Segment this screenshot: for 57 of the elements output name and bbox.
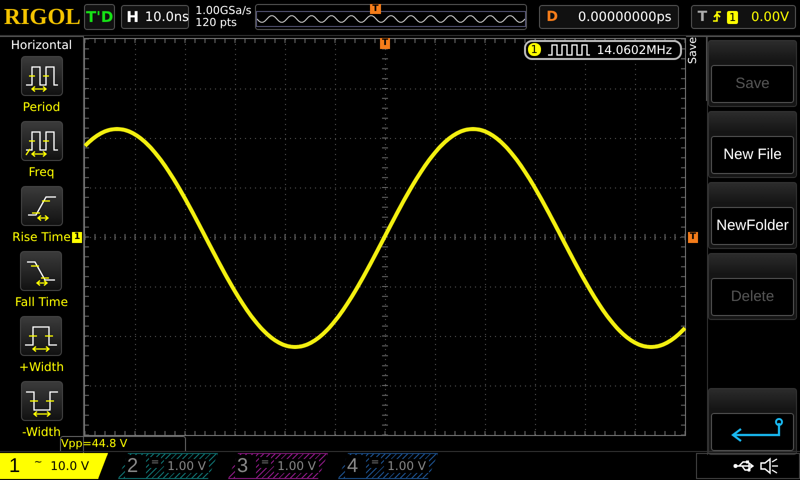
square-wave-icon: [546, 42, 591, 57]
coupling-symbol: =: [368, 457, 382, 468]
channel-tab[interactable]: 3 = 1.00 V: [228, 453, 328, 480]
trigger-position-marker: T: [370, 4, 380, 14]
coupling-symbol: =: [148, 457, 162, 468]
measure-button[interactable]: [20, 251, 62, 292]
delay-value: 0.00000000ps: [578, 10, 672, 25]
run-status[interactable]: T'D: [84, 4, 116, 30]
channel-number: 1: [8, 454, 22, 478]
timebase-label: H: [126, 8, 139, 26]
delay-panel[interactable]: D 0.00000000ps: [539, 5, 679, 30]
trigger-label: T: [698, 9, 708, 26]
trigger-source: 1: [727, 10, 738, 24]
return-button[interactable]: [711, 412, 794, 451]
channel-offset-marker[interactable]: 1: [72, 232, 82, 243]
measure-label: Freq: [28, 165, 54, 180]
channel-number: 3: [235, 454, 256, 478]
channel-tab[interactable]: 1 ~ 10.0 V: [0, 453, 108, 480]
coupling-symbol: =: [258, 457, 272, 468]
memory-depth: 120 pts: [195, 17, 238, 30]
measure-label: Rise Time: [12, 230, 71, 244]
measure-label: Fall Time: [14, 295, 68, 310]
channel-tab[interactable]: 4 = 1.00 V: [338, 453, 438, 480]
menu-title: Horizontal: [10, 36, 72, 53]
measure-button[interactable]: [20, 121, 62, 162]
measure-label: Period: [22, 100, 60, 114]
menu-title: Save: [686, 36, 707, 101]
trigger-level-marker[interactable]: T: [688, 232, 698, 243]
measure-button[interactable]: [20, 316, 62, 356]
channel-scale: 10.0 V: [49, 459, 90, 474]
frequency-value: 14.0602MHz: [596, 42, 672, 57]
trigger-panel[interactable]: T 1 0.00V: [690, 5, 796, 30]
sample-rate: 1.00GSa/s: [195, 5, 250, 18]
vpp-readout: Vpp=44.8 V: [60, 436, 186, 452]
channel-badge: 1: [528, 43, 541, 56]
delay-label: D: [546, 9, 558, 26]
trigger-position-marker[interactable]: T: [380, 38, 390, 49]
measure-button[interactable]: [20, 381, 62, 422]
measure-label: +Width: [19, 360, 64, 374]
channel-scale: 1.00 V: [164, 459, 209, 474]
measure-label: -Width: [22, 425, 61, 440]
channel-number: 4: [345, 454, 366, 478]
trigger-level: 0.00V: [751, 10, 789, 25]
speaker-muted-icon: [759, 457, 779, 476]
channel-scale: 1.00 V: [274, 459, 319, 474]
brand-logo: RIGOL: [4, 4, 78, 30]
measure-button[interactable]: [20, 186, 62, 226]
channel-scale: 1.00 V: [384, 459, 429, 474]
usb-icon: [733, 460, 755, 472]
coupling-symbol: ~: [33, 457, 44, 468]
channel-number: 2: [125, 454, 146, 478]
measure-button[interactable]: [20, 56, 62, 96]
timebase-value: 10.0ns: [144, 10, 189, 25]
channel-tab[interactable]: 2 = 1.00 V: [118, 453, 218, 480]
menu-button[interactable]: NewFolder: [711, 206, 794, 245]
timebase-panel[interactable]: H 10.0ns: [121, 5, 190, 30]
menu-button[interactable]: New File: [711, 136, 794, 174]
